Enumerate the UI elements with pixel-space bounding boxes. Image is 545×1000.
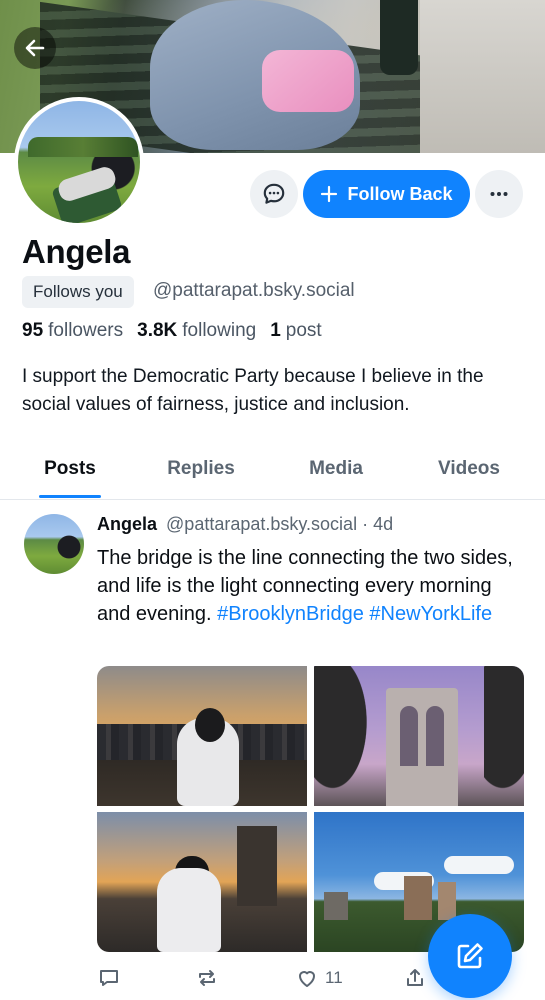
follows-you-badge: Follows you bbox=[22, 276, 134, 308]
post-image-bridge-walkway[interactable] bbox=[97, 812, 307, 952]
message-button[interactable] bbox=[250, 170, 298, 218]
like-count: 11 bbox=[325, 968, 343, 987]
like-button[interactable]: 11 bbox=[295, 966, 343, 990]
ellipsis-icon bbox=[490, 192, 508, 196]
banner-lamp-post bbox=[380, 0, 418, 75]
repost-button[interactable] bbox=[195, 966, 219, 990]
arrow-left-icon bbox=[25, 39, 45, 57]
person-shape bbox=[157, 868, 221, 952]
cloud-shape bbox=[444, 856, 514, 874]
followers-label: followers bbox=[48, 320, 124, 341]
compose-post-button[interactable] bbox=[428, 914, 512, 998]
post-image-bridge-tower[interactable] bbox=[314, 666, 524, 806]
tab-videos[interactable]: Videos bbox=[428, 440, 510, 498]
plus-icon bbox=[321, 185, 338, 203]
post-image-sunset-skyline[interactable] bbox=[97, 666, 307, 806]
building-shape bbox=[438, 882, 456, 920]
tree-shape bbox=[314, 666, 376, 806]
follow-back-button[interactable]: Follow Back bbox=[303, 170, 470, 218]
hashtag-brooklynbridge[interactable]: #BrooklynBridge bbox=[217, 603, 364, 625]
post-author-handle[interactable]: @pattarapat.bsky.social bbox=[166, 514, 357, 534]
post-header: Angela @pattarapat.bsky.social · 4d bbox=[97, 514, 393, 535]
post-body: The bridge is the line connecting the tw… bbox=[97, 544, 527, 628]
posts-count: 1 bbox=[270, 320, 281, 341]
reply-button[interactable] bbox=[97, 966, 121, 990]
profile-name: Angela bbox=[22, 233, 131, 270]
bridge-arch-shape bbox=[400, 706, 418, 766]
following-stat[interactable]: 3.8K following bbox=[137, 320, 256, 342]
tab-replies[interactable]: Replies bbox=[160, 440, 242, 498]
following-count: 3.8K bbox=[137, 320, 178, 341]
more-options-button[interactable] bbox=[475, 170, 523, 218]
posts-stat: 1 post bbox=[270, 320, 322, 342]
bridge-tower-shape bbox=[237, 826, 277, 906]
person-head-shape bbox=[195, 708, 225, 742]
repost-icon bbox=[199, 970, 215, 986]
posts-label: post bbox=[285, 320, 322, 341]
banner-path bbox=[420, 0, 545, 153]
post-author-avatar[interactable] bbox=[24, 514, 84, 574]
bridge-arch-shape bbox=[426, 706, 444, 766]
building-shape bbox=[324, 892, 348, 920]
profile-tabs: Posts Replies Media Videos bbox=[0, 440, 545, 500]
post-timestamp: · 4d bbox=[362, 514, 394, 534]
post-author-name[interactable]: Angela bbox=[97, 514, 157, 534]
profile-bio: I support the Democratic Party because I… bbox=[22, 366, 484, 415]
bridge-tower-shape bbox=[386, 688, 458, 806]
share-icon bbox=[407, 969, 423, 986]
tab-posts[interactable]: Posts bbox=[39, 440, 101, 498]
followers-count: 95 bbox=[22, 320, 44, 341]
tab-media[interactable]: Media bbox=[300, 440, 372, 498]
chat-bubble-icon bbox=[263, 183, 285, 204]
following-label: following bbox=[182, 320, 257, 341]
follow-back-label: Follow Back bbox=[347, 183, 453, 204]
heart-icon bbox=[299, 971, 315, 987]
banner-bag bbox=[262, 50, 354, 112]
reply-icon bbox=[100, 970, 118, 986]
building-shape bbox=[404, 876, 432, 920]
compose-icon bbox=[457, 943, 483, 969]
avatar-trees bbox=[28, 137, 138, 157]
profile-handle: @pattarapat.bsky.social bbox=[153, 280, 355, 301]
back-button[interactable] bbox=[14, 27, 56, 69]
tree-shape bbox=[484, 666, 524, 806]
profile-avatar[interactable] bbox=[14, 97, 144, 227]
profile-stats: 95 followers 3.8K following 1 post bbox=[22, 320, 322, 342]
share-button[interactable] bbox=[403, 966, 427, 990]
hashtag-newyorklife[interactable]: #NewYorkLife bbox=[369, 603, 492, 625]
followers-stat[interactable]: 95 followers bbox=[22, 320, 123, 342]
